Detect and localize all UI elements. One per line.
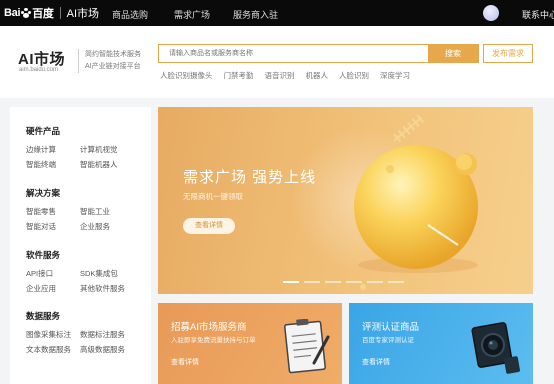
carousel-dot[interactable] — [304, 281, 320, 283]
category-item[interactable]: 智能工业 — [80, 206, 140, 217]
promo-card-certified-products[interactable]: 评测认证商品 百度专家评测认证 查看详情 — [349, 303, 533, 384]
category-item[interactable]: API接口 — [26, 268, 80, 279]
banner-view-details-button[interactable]: 查看详情 — [183, 218, 235, 234]
category-item[interactable]: 数据标注服务 — [80, 329, 140, 340]
carousel-dot[interactable] — [388, 281, 404, 283]
category-data: 数据服务 图像采集标注 数据标注服务 文本数据服务 高级数据服务 — [26, 310, 140, 355]
carousel-dot[interactable] — [325, 281, 341, 283]
top-nav-bar: Bai 百度 AI市场 商品选购 需求广场 服务商入驻 联系中心 — [0, 0, 554, 26]
camera-icon — [471, 322, 520, 374]
hot-tag[interactable]: 机器人 — [306, 70, 329, 81]
tagline: 简约智能技术服务 AI产业链对接平台 — [78, 49, 141, 73]
hero-banner[interactable]: 需求广场 强势上线 无限商机一键领取 查看详情 — [158, 107, 533, 294]
category-software: 软件服务 API接口 SDK集成包 企业应用 其他软件服务 — [26, 249, 140, 294]
category-item[interactable]: 智能终端 — [26, 159, 80, 170]
publish-demand-button[interactable]: 发布需求 — [483, 44, 533, 63]
category-item[interactable]: 智能机器人 — [80, 159, 140, 170]
avatar[interactable] — [483, 5, 499, 21]
promo-card-link[interactable]: 查看详情 — [171, 357, 199, 367]
banner-subtitle: 无限商机一键领取 — [183, 192, 243, 201]
carousel-indicators — [283, 281, 409, 283]
search-button[interactable]: 搜索 — [428, 45, 478, 62]
category-title[interactable]: 软件服务 — [26, 249, 140, 261]
hot-tag[interactable]: 门禁考勤 — [224, 70, 254, 81]
hot-search-tags: 人脸识别摄像头 门禁考勤 语音识别 机器人 人脸识别 深度学习 — [160, 70, 421, 81]
carousel-dot[interactable] — [367, 281, 383, 283]
hot-tag[interactable]: 人脸识别摄像头 — [160, 70, 213, 81]
header: AI市场 aim.baidu.com 简约智能技术服务 AI产业链对接平台 搜索… — [0, 26, 554, 98]
category-item[interactable]: 企业应用 — [26, 283, 80, 294]
category-item[interactable]: 智能零售 — [26, 206, 80, 217]
top-nav: 商品选购 需求广场 服务商入驻 — [0, 0, 554, 26]
category-item[interactable]: 计算机视觉 — [80, 144, 140, 155]
category-solutions: 解决方案 智能零售 智能工业 智能对话 企业服务 — [26, 187, 140, 232]
carousel-dot[interactable] — [346, 281, 362, 283]
category-item[interactable]: 文本数据服务 — [26, 344, 80, 355]
clipboard-icon — [284, 319, 330, 374]
category-title[interactable]: 解决方案 — [26, 187, 140, 199]
hot-tag[interactable]: 深度学习 — [380, 70, 410, 81]
promo-card-link[interactable]: 查看详情 — [362, 357, 390, 367]
nav-item-demand-square[interactable]: 需求广场 — [174, 8, 210, 21]
category-sidebar: 硬件产品 边缘计算 计算机视觉 智能终端 智能机器人 解决方案 智能零售 智能工… — [10, 107, 151, 384]
banner-title: 需求广场 强势上线 — [183, 169, 317, 186]
nav-item-provider-join[interactable]: 服务商入驻 — [233, 8, 278, 21]
category-title[interactable]: 数据服务 — [26, 310, 140, 322]
tagline-line-2: AI产业链对接平台 — [85, 63, 141, 70]
promo-card-recruit-providers[interactable]: 招募AI市场服务商 入驻即享免费流量扶持与订单 查看详情 — [158, 303, 342, 384]
site-logo[interactable]: AI市场 — [18, 48, 65, 69]
category-title[interactable]: 硬件产品 — [26, 125, 140, 137]
user-center-link[interactable]: 联系中心 — [522, 8, 554, 21]
category-item[interactable]: SDK集成包 — [80, 268, 140, 279]
hot-tag[interactable]: 人脸识别 — [339, 70, 369, 81]
promo-card-subtitle: 入驻即享免费流量扶持与订单 — [171, 337, 256, 344]
category-item[interactable]: 其他软件服务 — [80, 283, 140, 294]
category-item[interactable]: 智能对话 — [26, 221, 80, 232]
category-item[interactable]: 图像采集标注 — [26, 329, 80, 340]
category-hardware: 硬件产品 边缘计算 计算机视觉 智能终端 智能机器人 — [26, 125, 140, 170]
carousel-dot[interactable] — [283, 281, 299, 283]
category-item[interactable]: 高级数据服务 — [80, 344, 140, 355]
promo-card-subtitle: 百度专家评测认证 — [362, 337, 414, 344]
category-item[interactable]: 边缘计算 — [26, 144, 80, 155]
site-url: aim.baidu.com — [19, 67, 59, 73]
nav-item-shop[interactable]: 商品选购 — [112, 8, 148, 21]
category-item[interactable]: 企业服务 — [80, 221, 140, 232]
tagline-line-1: 简约智能技术服务 — [85, 51, 141, 58]
search-box: 搜索 — [158, 44, 479, 63]
search-input[interactable] — [159, 45, 429, 62]
promo-card-title: 评测认证商品 — [362, 322, 420, 333]
hot-tag[interactable]: 语音识别 — [265, 70, 295, 81]
promo-card-title: 招募AI市场服务商 — [171, 322, 247, 333]
